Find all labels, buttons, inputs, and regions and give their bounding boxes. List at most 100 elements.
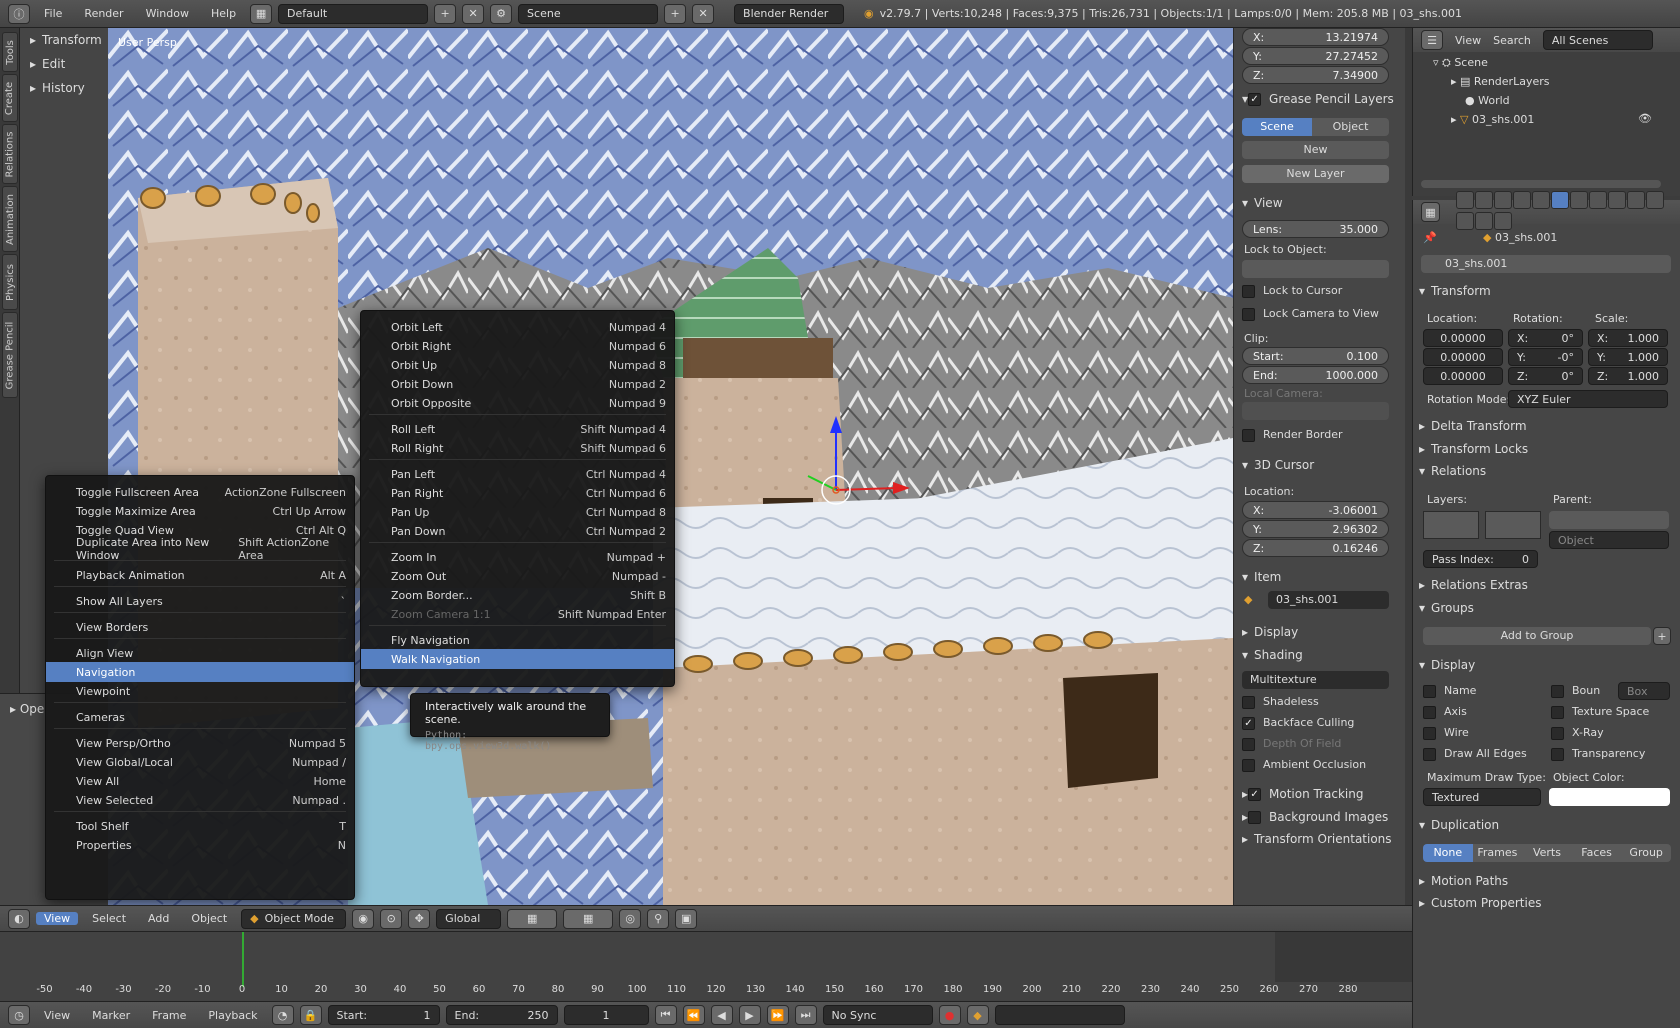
sync-select[interactable]: No Sync <box>822 1005 933 1025</box>
relations-extras-header[interactable]: ▸ Relations Extras <box>1419 574 1528 596</box>
prev-key-icon[interactable]: ⏪ <box>682 1005 705 1025</box>
object-name-field[interactable]: 03_shs.001 <box>1421 255 1671 273</box>
nav_menu-item[interactable]: Roll Left Shift Numpad 4 <box>361 419 674 439</box>
cursor-x-field[interactable]: X: -3.06001 <box>1242 501 1389 519</box>
outliner-scrollbar[interactable] <box>1421 180 1661 188</box>
tab-animation[interactable]: Animation <box>2 186 18 252</box>
parent-field[interactable] <box>1549 511 1669 529</box>
menu-help[interactable]: Help <box>203 7 244 20</box>
dup-none[interactable]: None <box>1423 844 1473 862</box>
nav_menu-item[interactable]: Roll Right Shift Numpad 6 <box>361 438 674 458</box>
keying-set-field[interactable] <box>994 1005 1125 1025</box>
render-border-checkbox[interactable]: Render Border <box>1242 428 1343 442</box>
gp-scene-button[interactable]: Scene <box>1242 118 1312 136</box>
proportional-icon[interactable]: ◎ <box>619 908 642 929</box>
layers-b-icon[interactable]: ▦ <box>563 908 614 929</box>
3d-cursor-header[interactable]: ▾ 3D Cursor <box>1234 454 1405 476</box>
record-icon[interactable]: ● <box>938 1005 961 1025</box>
add-layout-icon[interactable]: + <box>434 3 457 24</box>
view_menu-item[interactable]: Cameras <box>46 707 354 727</box>
scene-field[interactable]: Scene <box>518 3 659 24</box>
ao-checkbox[interactable]: Ambient Occlusion <box>1242 758 1366 772</box>
motion-tracking-header[interactable]: ▸ ✓ Motion Tracking <box>1234 783 1405 805</box>
tab-relations[interactable]: Relations <box>2 124 18 184</box>
play-reverse-icon[interactable]: ◀ <box>710 1005 733 1025</box>
nav_menu-item[interactable]: Orbit Down Numpad 2 <box>361 374 674 394</box>
add-scene-icon[interactable]: + <box>664 3 687 24</box>
end-frame-field[interactable]: End: 250 <box>445 1005 558 1025</box>
nav_menu-item[interactable]: Pan Up Ctrl Numpad 8 <box>361 502 674 522</box>
lens-field[interactable]: Lens: 35.000 <box>1242 220 1389 238</box>
display-panel-header[interactable]: ▾ Display <box>1419 654 1475 676</box>
display-xray-checkbox[interactable]: X-Ray <box>1551 726 1604 740</box>
rotation-mode-select[interactable]: XYZ Euler <box>1508 390 1668 408</box>
gp-new-button[interactable]: New <box>1242 141 1389 159</box>
properties-editor-icon[interactable]: ▦ <box>1421 202 1440 222</box>
lock-camera-checkbox[interactable]: Lock Camera to View <box>1242 307 1379 321</box>
screen-layout-icon[interactable]: ▦ <box>250 3 273 24</box>
outliner-view-menu[interactable]: View <box>1455 34 1481 47</box>
npanel-scrollbar[interactable] <box>1405 28 1412 905</box>
panel-transform[interactable]: ▸ Transform <box>20 28 108 52</box>
cursor-y-field[interactable]: Y: 2.96302 <box>1242 520 1389 538</box>
tmenu-marker[interactable]: Marker <box>84 1009 138 1022</box>
view-header[interactable]: ▾ View <box>1234 192 1405 214</box>
tab-grease-pencil[interactable]: Grease Pencil <box>2 312 18 398</box>
groups-header[interactable]: ▾ Groups <box>1419 597 1474 619</box>
duplication-header[interactable]: ▾ Duplication <box>1419 814 1499 836</box>
view_menu-item[interactable]: Duplicate Area into New Window Shift Acti… <box>46 536 354 562</box>
view_menu-item[interactable]: View Selected Numpad . <box>46 790 354 810</box>
display-transparency-checkbox[interactable]: Transparency <box>1551 747 1645 761</box>
layers-grid-a[interactable] <box>1423 511 1479 539</box>
view_menu-item[interactable]: Tool Shelf T <box>46 816 354 836</box>
tree-renderlayers[interactable]: ▸ ▤ RenderLayers <box>1451 75 1549 88</box>
clip-end-field[interactable]: End: 1000.000 <box>1242 366 1389 384</box>
shading-mode-select[interactable]: Multitexture <box>1242 671 1389 689</box>
view_menu-item[interactable]: Properties N <box>46 835 354 855</box>
lock-range-icon[interactable]: 🔒 <box>299 1005 322 1025</box>
preview-range-icon[interactable]: ◔ <box>271 1005 294 1025</box>
nav_menu-item[interactable]: Pan Down Ctrl Numpad 2 <box>361 521 674 541</box>
view_menu-item[interactable]: View Global/Local Numpad / <box>46 752 354 772</box>
add-to-group-button[interactable]: Add to Group <box>1423 627 1651 645</box>
transform-panel-header[interactable]: ▾ Transform <box>1419 280 1491 302</box>
dup-verts[interactable]: Verts <box>1522 844 1572 862</box>
backface-checkbox[interactable]: ✓ Backface Culling <box>1242 716 1354 730</box>
layers-a-icon[interactable]: ▦ <box>507 908 558 929</box>
view_menu-item[interactable]: View Persp/Ortho Numpad 5 <box>46 733 354 753</box>
mode-select[interactable]: ◆ Object Mode <box>241 908 347 929</box>
render-icon[interactable]: ▣ <box>675 908 698 929</box>
view_menu-item[interactable]: View Borders <box>46 617 354 637</box>
duplication-tabs[interactable]: None Frames Verts Faces Group <box>1423 844 1671 862</box>
menu-window[interactable]: Window <box>138 7 197 20</box>
display-texspace-checkbox[interactable]: Texture Space <box>1551 705 1649 719</box>
properties-tabs[interactable] <box>1455 191 1680 233</box>
visibility-eye-icon[interactable]: 👁 <box>1638 112 1652 125</box>
dup-faces[interactable]: Faces <box>1571 844 1622 862</box>
start-frame-field[interactable]: Start: 1 <box>327 1005 440 1025</box>
nav_menu-item[interactable]: Orbit Opposite Numpad 9 <box>361 393 674 413</box>
add-group-icon[interactable]: + <box>1653 627 1671 645</box>
nav_menu-item[interactable]: Orbit Right Numpad 6 <box>361 336 674 356</box>
display-alledges-checkbox[interactable]: Draw All Edges <box>1423 747 1527 761</box>
panel-edit[interactable]: ▸ Edit <box>20 52 108 76</box>
keying-set-icon[interactable]: ◆ <box>966 1005 989 1025</box>
rotation-fields[interactable]: X: 0° Y: -0° Z: 0° <box>1508 329 1583 385</box>
current-frame-field[interactable]: 1 <box>563 1005 649 1025</box>
clip-start-field[interactable]: Start: 0.100 <box>1242 347 1389 365</box>
menu-render[interactable]: Render <box>76 7 131 20</box>
jump-start-icon[interactable]: ⏮ <box>654 1005 677 1025</box>
view-z-field[interactable]: Z: 7.34900 <box>1242 66 1389 84</box>
editor-type-icon[interactable]: ◐ <box>8 908 30 929</box>
shading-icon[interactable]: ◉ <box>352 908 375 929</box>
display-wire-checkbox[interactable]: Wire <box>1423 726 1469 740</box>
view_menu-item[interactable]: View All Home <box>46 771 354 791</box>
background-images-header[interactable]: ▸ Background Images <box>1234 806 1405 828</box>
menu-file[interactable]: File <box>36 7 70 20</box>
pin-icon[interactable]: 📌 <box>1423 231 1437 244</box>
tree-world[interactable]: ● World <box>1465 94 1510 107</box>
new-layer-button[interactable]: New Layer <box>1242 165 1389 183</box>
scale-fields[interactable]: X: 1.000 Y: 1.000 Z: 1.000 <box>1588 329 1668 385</box>
scene-icon[interactable]: ⚙ <box>490 3 513 24</box>
layers-grid-b[interactable] <box>1485 511 1541 539</box>
